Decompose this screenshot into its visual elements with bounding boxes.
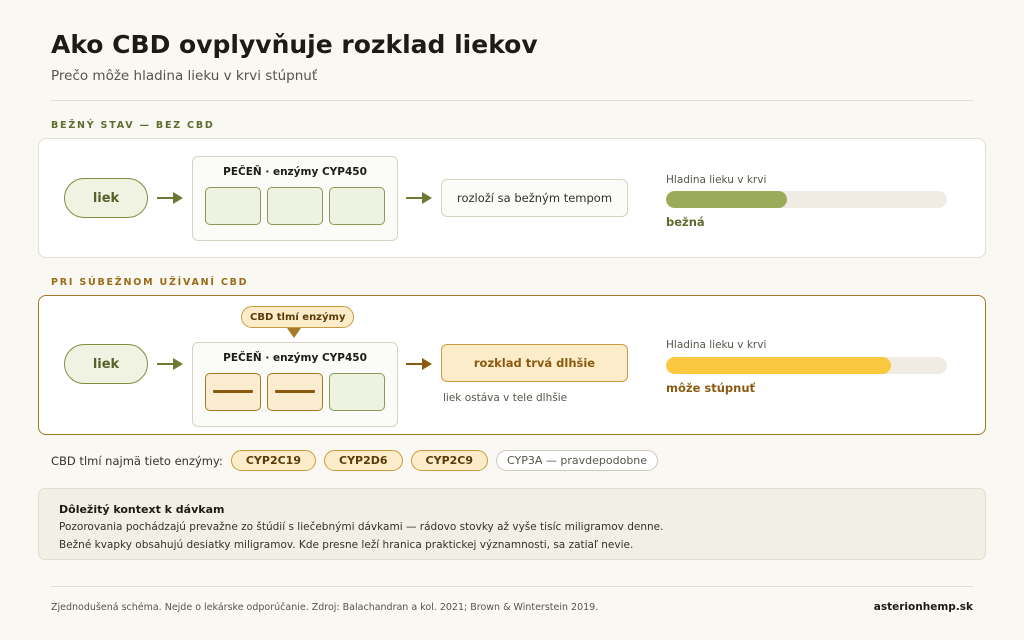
- drug-label: liek: [92, 356, 120, 372]
- page-subtitle: Prečo môže hladina lieku v krvi stúpnuť: [51, 68, 318, 84]
- enzyme-chip: CYP2D6: [324, 450, 403, 471]
- liver-box-normal: PEČEŇ · enzýmy CYP450: [192, 156, 398, 241]
- enzyme-active: [267, 187, 323, 225]
- footer-note: Zjednodušená schéma. Nejde o lekárske od…: [51, 602, 599, 613]
- brand-link[interactable]: asterionhemp.sk: [874, 601, 973, 613]
- section-label-normal: BEŽNÝ STAV — BEZ CBD: [51, 120, 215, 131]
- enzyme-active: [205, 187, 261, 225]
- dose-context-box: Dôležitý kontext k dávkam Pozorovania po…: [38, 488, 986, 560]
- arrow-right-icon: [406, 358, 432, 370]
- enzyme-chip: CYP2C19: [230, 450, 316, 471]
- drug-pill-normal: liek: [64, 178, 148, 218]
- arrow-right-icon: [157, 358, 183, 370]
- level-bar-fill: [666, 357, 891, 374]
- enzyme-active: [329, 373, 385, 411]
- liver-title: PEČEŇ · enzýmy CYP450: [223, 352, 367, 364]
- liver-box-cbd: PEČEŇ · enzýmy CYP450: [192, 342, 398, 427]
- level-value-cbd: môže stúpnuť: [666, 381, 756, 395]
- enzyme-list: CBD tlmí najmä tieto enzýmy: CYP2C19 CYP…: [51, 450, 659, 471]
- inhibited-bar-icon: [213, 390, 253, 393]
- arrow-right-icon: [406, 192, 432, 204]
- result-cbd: rozklad trvá dlhšie: [441, 344, 628, 382]
- level-label: Hladina lieku v krvi: [666, 174, 767, 186]
- cbd-callout: CBD tlmí enzýmy: [241, 306, 355, 328]
- header-divider: [51, 100, 973, 101]
- callout-text: CBD tlmí enzýmy: [250, 311, 346, 323]
- result-text: rozloží sa bežným tempom: [456, 191, 613, 205]
- enzyme-active: [329, 187, 385, 225]
- context-line: Bežné kvapky obsahujú desiatky miligramo…: [59, 539, 634, 551]
- result-normal: rozloží sa bežným tempom: [441, 179, 628, 217]
- result-text: rozklad trvá dlhšie: [473, 356, 596, 370]
- drug-pill-cbd: liek: [64, 344, 148, 384]
- level-label: Hladina lieku v krvi: [666, 339, 767, 351]
- level-bar-fill: [666, 191, 787, 208]
- enzyme-chip-weak: CYP3A — pravdepodobne: [496, 450, 659, 471]
- enzyme-inhibited: [267, 373, 323, 411]
- level-bar-normal: [666, 191, 947, 208]
- arrow-right-icon: [157, 192, 183, 204]
- callout-pointer-icon: [287, 328, 301, 338]
- inhibited-bar-icon: [275, 390, 315, 393]
- enzyme-chip: CYP2C9: [410, 450, 489, 471]
- enzyme-list-label: CBD tlmí najmä tieto enzýmy:: [51, 453, 223, 468]
- liver-title: PEČEŇ · enzýmy CYP450: [223, 166, 367, 178]
- level-bar-cbd: [666, 357, 947, 374]
- context-title: Dôležitý kontext k dávkam: [59, 503, 225, 516]
- enzyme-inhibited: [205, 373, 261, 411]
- result-note: liek ostáva v tele dlhšie: [443, 392, 568, 404]
- section-label-cbd: PRI SÚBEŽNOM UŽÍVANÍ CBD: [51, 277, 249, 288]
- level-value-normal: bežná: [666, 215, 705, 229]
- context-line: Pozorovania pochádzajú prevažne zo štúdi…: [59, 521, 664, 533]
- drug-label: liek: [92, 190, 120, 206]
- footer-divider: [51, 586, 973, 587]
- page-title: Ako CBD ovplyvňuje rozklad liekov: [51, 30, 538, 59]
